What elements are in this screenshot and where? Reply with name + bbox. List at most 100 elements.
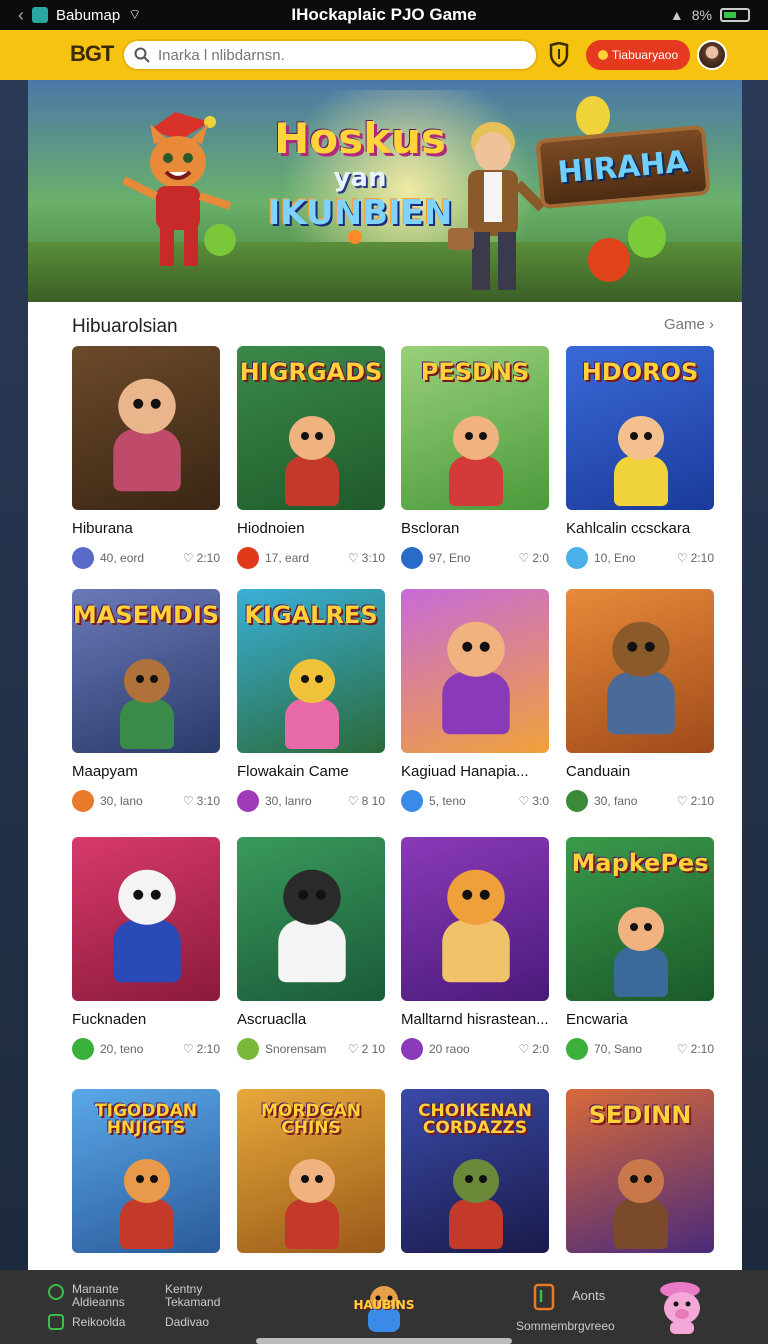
game-thumbnail[interactable]: SEDINN xyxy=(566,1089,714,1253)
user-avatar[interactable] xyxy=(697,40,727,70)
heart-icon[interactable]: ♡ xyxy=(348,1042,359,1056)
game-thumbnail[interactable]: TIGODDAN HNJIGTS xyxy=(72,1089,220,1253)
game-card[interactable]: MORDGAN CHINS xyxy=(237,1089,385,1253)
brand-logo[interactable]: BGT xyxy=(70,41,114,67)
game-card[interactable]: Kagiuad Hanapia... 5, teno ♡ 3:0 xyxy=(401,589,549,812)
game-art-title: CHOIKENAN CORDAZZS xyxy=(418,1101,532,1138)
game-title[interactable]: Flowakain Came xyxy=(237,763,385,780)
section-link-label: Game xyxy=(663,316,705,333)
game-title[interactable]: Hiodnoien xyxy=(237,520,385,537)
game-character-art xyxy=(103,869,191,983)
promo-button[interactable]: Tiabuaryaoo xyxy=(586,40,690,70)
character-body xyxy=(614,1199,668,1249)
game-thumbnail[interactable]: MASEMDIS xyxy=(72,589,220,753)
game-title[interactable]: Bscloran xyxy=(401,520,549,537)
game-art-title: KIGALRES xyxy=(244,601,378,629)
game-title[interactable]: Canduain xyxy=(566,763,714,780)
section-see-all-link[interactable]: Game › xyxy=(664,316,714,333)
game-thumbnail[interactable]: HDOROS xyxy=(566,346,714,510)
game-thumbnail[interactable] xyxy=(72,837,220,1001)
home-indicator[interactable] xyxy=(256,1338,512,1344)
game-card[interactable]: Canduain 30, fano ♡ 2:10 xyxy=(566,589,714,812)
game-card[interactable]: HIGRGADS Hiodnoien 17, eard ♡ 3:10 xyxy=(237,346,385,569)
pig-mascot-icon[interactable] xyxy=(650,1276,716,1338)
wifi-icon: ⌔ xyxy=(128,6,142,22)
game-thumbnail[interactable] xyxy=(401,589,549,753)
game-character-art xyxy=(277,416,347,506)
nav-item-2[interactable]: Kentny Tekamand xyxy=(165,1283,220,1309)
game-card[interactable]: HDOROS Kahlcalin ccsckara 10, Eno ♡ 2:10 xyxy=(566,346,714,569)
battery-box-icon[interactable] xyxy=(532,1282,556,1312)
heart-icon[interactable]: ♡ xyxy=(348,551,359,565)
search-bar[interactable] xyxy=(122,39,538,71)
nav-item-1[interactable]: Manante Aldieanns xyxy=(72,1283,125,1309)
search-input[interactable] xyxy=(158,46,518,64)
heart-icon[interactable]: ♡ xyxy=(677,794,688,808)
game-players-text: 40, eord xyxy=(100,551,145,565)
game-thumbnail[interactable] xyxy=(72,346,220,510)
character-head xyxy=(289,416,335,460)
game-card[interactable]: CHOIKENAN CORDAZZS xyxy=(401,1089,549,1253)
hero-banner[interactable]: Hoskus yan IKUNBIEN HIRAHA xyxy=(28,80,742,302)
nav-item-3[interactable]: Reikoolda xyxy=(72,1316,125,1329)
game-card[interactable]: TIGODDAN HNJIGTS xyxy=(72,1089,220,1253)
character-eye xyxy=(315,1175,323,1183)
shield-icon[interactable] xyxy=(548,42,570,68)
character-body xyxy=(285,1199,339,1249)
character-body xyxy=(278,919,346,983)
game-thumbnail[interactable]: MORDGAN CHINS xyxy=(237,1089,385,1253)
game-title[interactable]: Ascruaclla xyxy=(237,1011,385,1028)
game-card[interactable]: Hiburana 40, eord ♡ 2:10 xyxy=(72,346,220,569)
game-card[interactable]: Ascruaclla Snorensam ♡ 2 10 xyxy=(237,837,385,1060)
heart-icon[interactable]: ♡ xyxy=(677,1042,688,1056)
game-title[interactable]: Maapyam xyxy=(72,763,220,780)
game-card[interactable]: MASEMDIS Maapyam 30, lano ♡ 3:10 xyxy=(72,589,220,812)
app-icon xyxy=(32,7,48,23)
game-card[interactable]: MapkePes Encwaria 70, Sano ♡ 2:10 xyxy=(566,837,714,1060)
nav-item-right[interactable]: Aonts xyxy=(572,1289,605,1302)
nav-item-right-sub: Sommembrgvreeo xyxy=(516,1319,615,1333)
heart-icon[interactable]: ♡ xyxy=(519,794,530,808)
heart-icon[interactable]: ♡ xyxy=(183,551,194,565)
balloon-decoration xyxy=(576,96,610,136)
game-thumbnail[interactable] xyxy=(237,837,385,1001)
heart-icon[interactable]: ♡ xyxy=(348,794,359,808)
game-art-title: MORDGAN CHINS xyxy=(261,1101,361,1138)
game-players-text: 30, fano xyxy=(594,794,638,808)
game-icon xyxy=(566,547,588,569)
game-thumbnail[interactable] xyxy=(401,837,549,1001)
game-thumbnail[interactable]: KIGALRES xyxy=(237,589,385,753)
heart-icon[interactable]: ♡ xyxy=(519,551,530,565)
character-head xyxy=(289,1159,335,1203)
heart-icon[interactable]: ♡ xyxy=(183,1042,194,1056)
signal-icon: ▲ xyxy=(669,7,684,23)
game-thumbnail[interactable]: MapkePes xyxy=(566,837,714,1001)
game-title[interactable]: Fucknaden xyxy=(72,1011,220,1028)
game-thumbnail[interactable]: PESDNS xyxy=(401,346,549,510)
game-card[interactable]: KIGALRES Flowakain Came 30, lanro ♡ 8 10 xyxy=(237,589,385,812)
window-title: IHockaplaic PJO Game xyxy=(291,5,477,24)
game-card[interactable]: Fucknaden 20, teno ♡ 2:10 xyxy=(72,837,220,1060)
back-icon[interactable]: ‹ xyxy=(18,5,24,26)
heart-icon[interactable]: ♡ xyxy=(183,794,194,808)
character-head xyxy=(453,416,499,460)
game-time-text: 2:10 xyxy=(196,551,220,565)
game-thumbnail[interactable] xyxy=(566,589,714,753)
heart-icon[interactable]: ♡ xyxy=(677,551,688,565)
game-thumbnail[interactable]: CHOIKENAN CORDAZZS xyxy=(401,1089,549,1253)
game-card[interactable]: PESDNS Bscloran 97, Eno ♡ 2:0 xyxy=(401,346,549,569)
heart-icon[interactable]: ♡ xyxy=(519,1042,530,1056)
balloon-decoration xyxy=(588,238,630,282)
game-title[interactable]: Encwaria xyxy=(566,1011,714,1028)
game-card[interactable]: Malltarnd hisrastean... 20 raoo ♡ 2:0 xyxy=(401,837,549,1060)
character-eye xyxy=(315,432,323,440)
nav-item-4[interactable]: Dadivao xyxy=(165,1316,209,1329)
game-title[interactable]: Hiburana xyxy=(72,520,220,537)
game-title[interactable]: Kahlcalin ccsckara xyxy=(566,520,714,537)
character-eye xyxy=(479,641,490,652)
game-thumbnail[interactable]: HIGRGADS xyxy=(237,346,385,510)
character-eye xyxy=(462,641,473,652)
game-card[interactable]: SEDINN xyxy=(566,1089,714,1253)
game-title[interactable]: Kagiuad Hanapia... xyxy=(401,763,549,780)
game-title[interactable]: Malltarnd hisrastean... xyxy=(401,1011,549,1028)
